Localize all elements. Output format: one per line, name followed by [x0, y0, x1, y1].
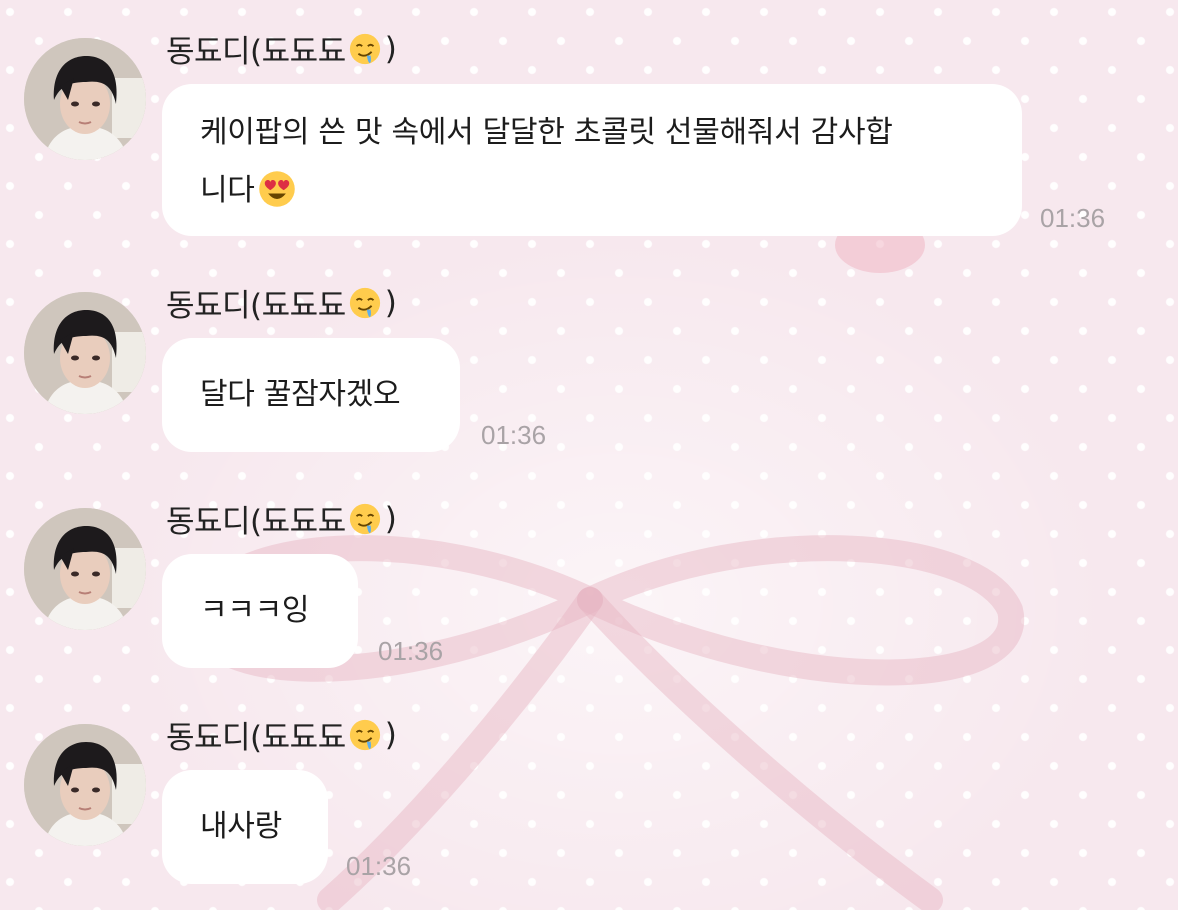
- sender-name-suffix: ): [384, 30, 397, 67]
- avatar[interactable]: [24, 38, 146, 160]
- sender-name: 동됴디(됴됴됴 ): [166, 712, 397, 757]
- message-text: 내사랑: [200, 809, 282, 844]
- avatar[interactable]: [24, 508, 146, 630]
- message-bubble[interactable]: 달다 꿀잠자겠오: [162, 338, 460, 452]
- sender-name-suffix: ): [384, 716, 397, 753]
- drooling-face-icon: [349, 503, 380, 534]
- sender-name-suffix: ): [384, 500, 397, 537]
- message-timestamp: 01:36: [1040, 203, 1106, 233]
- profile-photo: [24, 38, 146, 160]
- sender-name-suffix: ): [384, 284, 397, 321]
- sender-name: 동됴디(됴됴됴 ): [166, 26, 397, 71]
- profile-photo: [24, 508, 146, 630]
- sender-name: 동됴디(됴됴됴 ): [166, 496, 397, 541]
- heart-eyes-icon: [258, 171, 295, 207]
- message-bubble[interactable]: ㅋㅋㅋ잉: [162, 554, 358, 668]
- sender-name-text: 동됴디(됴됴됴: [166, 288, 346, 324]
- drooling-face-icon: [349, 287, 380, 318]
- avatar[interactable]: [24, 292, 146, 414]
- message-text: ㅋㅋㅋ잉: [200, 593, 310, 628]
- drooling-face-icon: [349, 33, 380, 64]
- sender-name-text: 동됴디(됴됴됴: [166, 720, 346, 756]
- sender-name-text: 동됴디(됴됴됴: [166, 504, 346, 540]
- profile-photo: [24, 292, 146, 414]
- message-timestamp: 01:36: [346, 851, 412, 881]
- sender-name-text: 동됴디(됴됴됴: [166, 34, 346, 70]
- message-text-line-2-text: 니다: [200, 173, 255, 208]
- message-bubble[interactable]: 케이팝의 쓴 맛 속에서 달달한 초콜릿 선물해줘서 감사합 니다: [162, 84, 1022, 236]
- sender-name: 동됴디(됴됴됴 ): [166, 280, 397, 325]
- message-bubble[interactable]: 내사랑: [162, 770, 328, 884]
- message-timestamp: 01:36: [378, 636, 444, 666]
- message-text: 달다 꿀잠자겠오: [200, 377, 401, 412]
- message-text-line-1: 케이팝의 쓴 맛 속에서 달달한 초콜릿 선물해줘서 감사합: [200, 115, 893, 150]
- avatar[interactable]: [24, 724, 146, 846]
- message-text-line-2: 니다: [200, 162, 986, 220]
- drooling-face-icon: [349, 719, 380, 750]
- message-timestamp: 01:36: [481, 420, 547, 450]
- profile-photo: [24, 724, 146, 846]
